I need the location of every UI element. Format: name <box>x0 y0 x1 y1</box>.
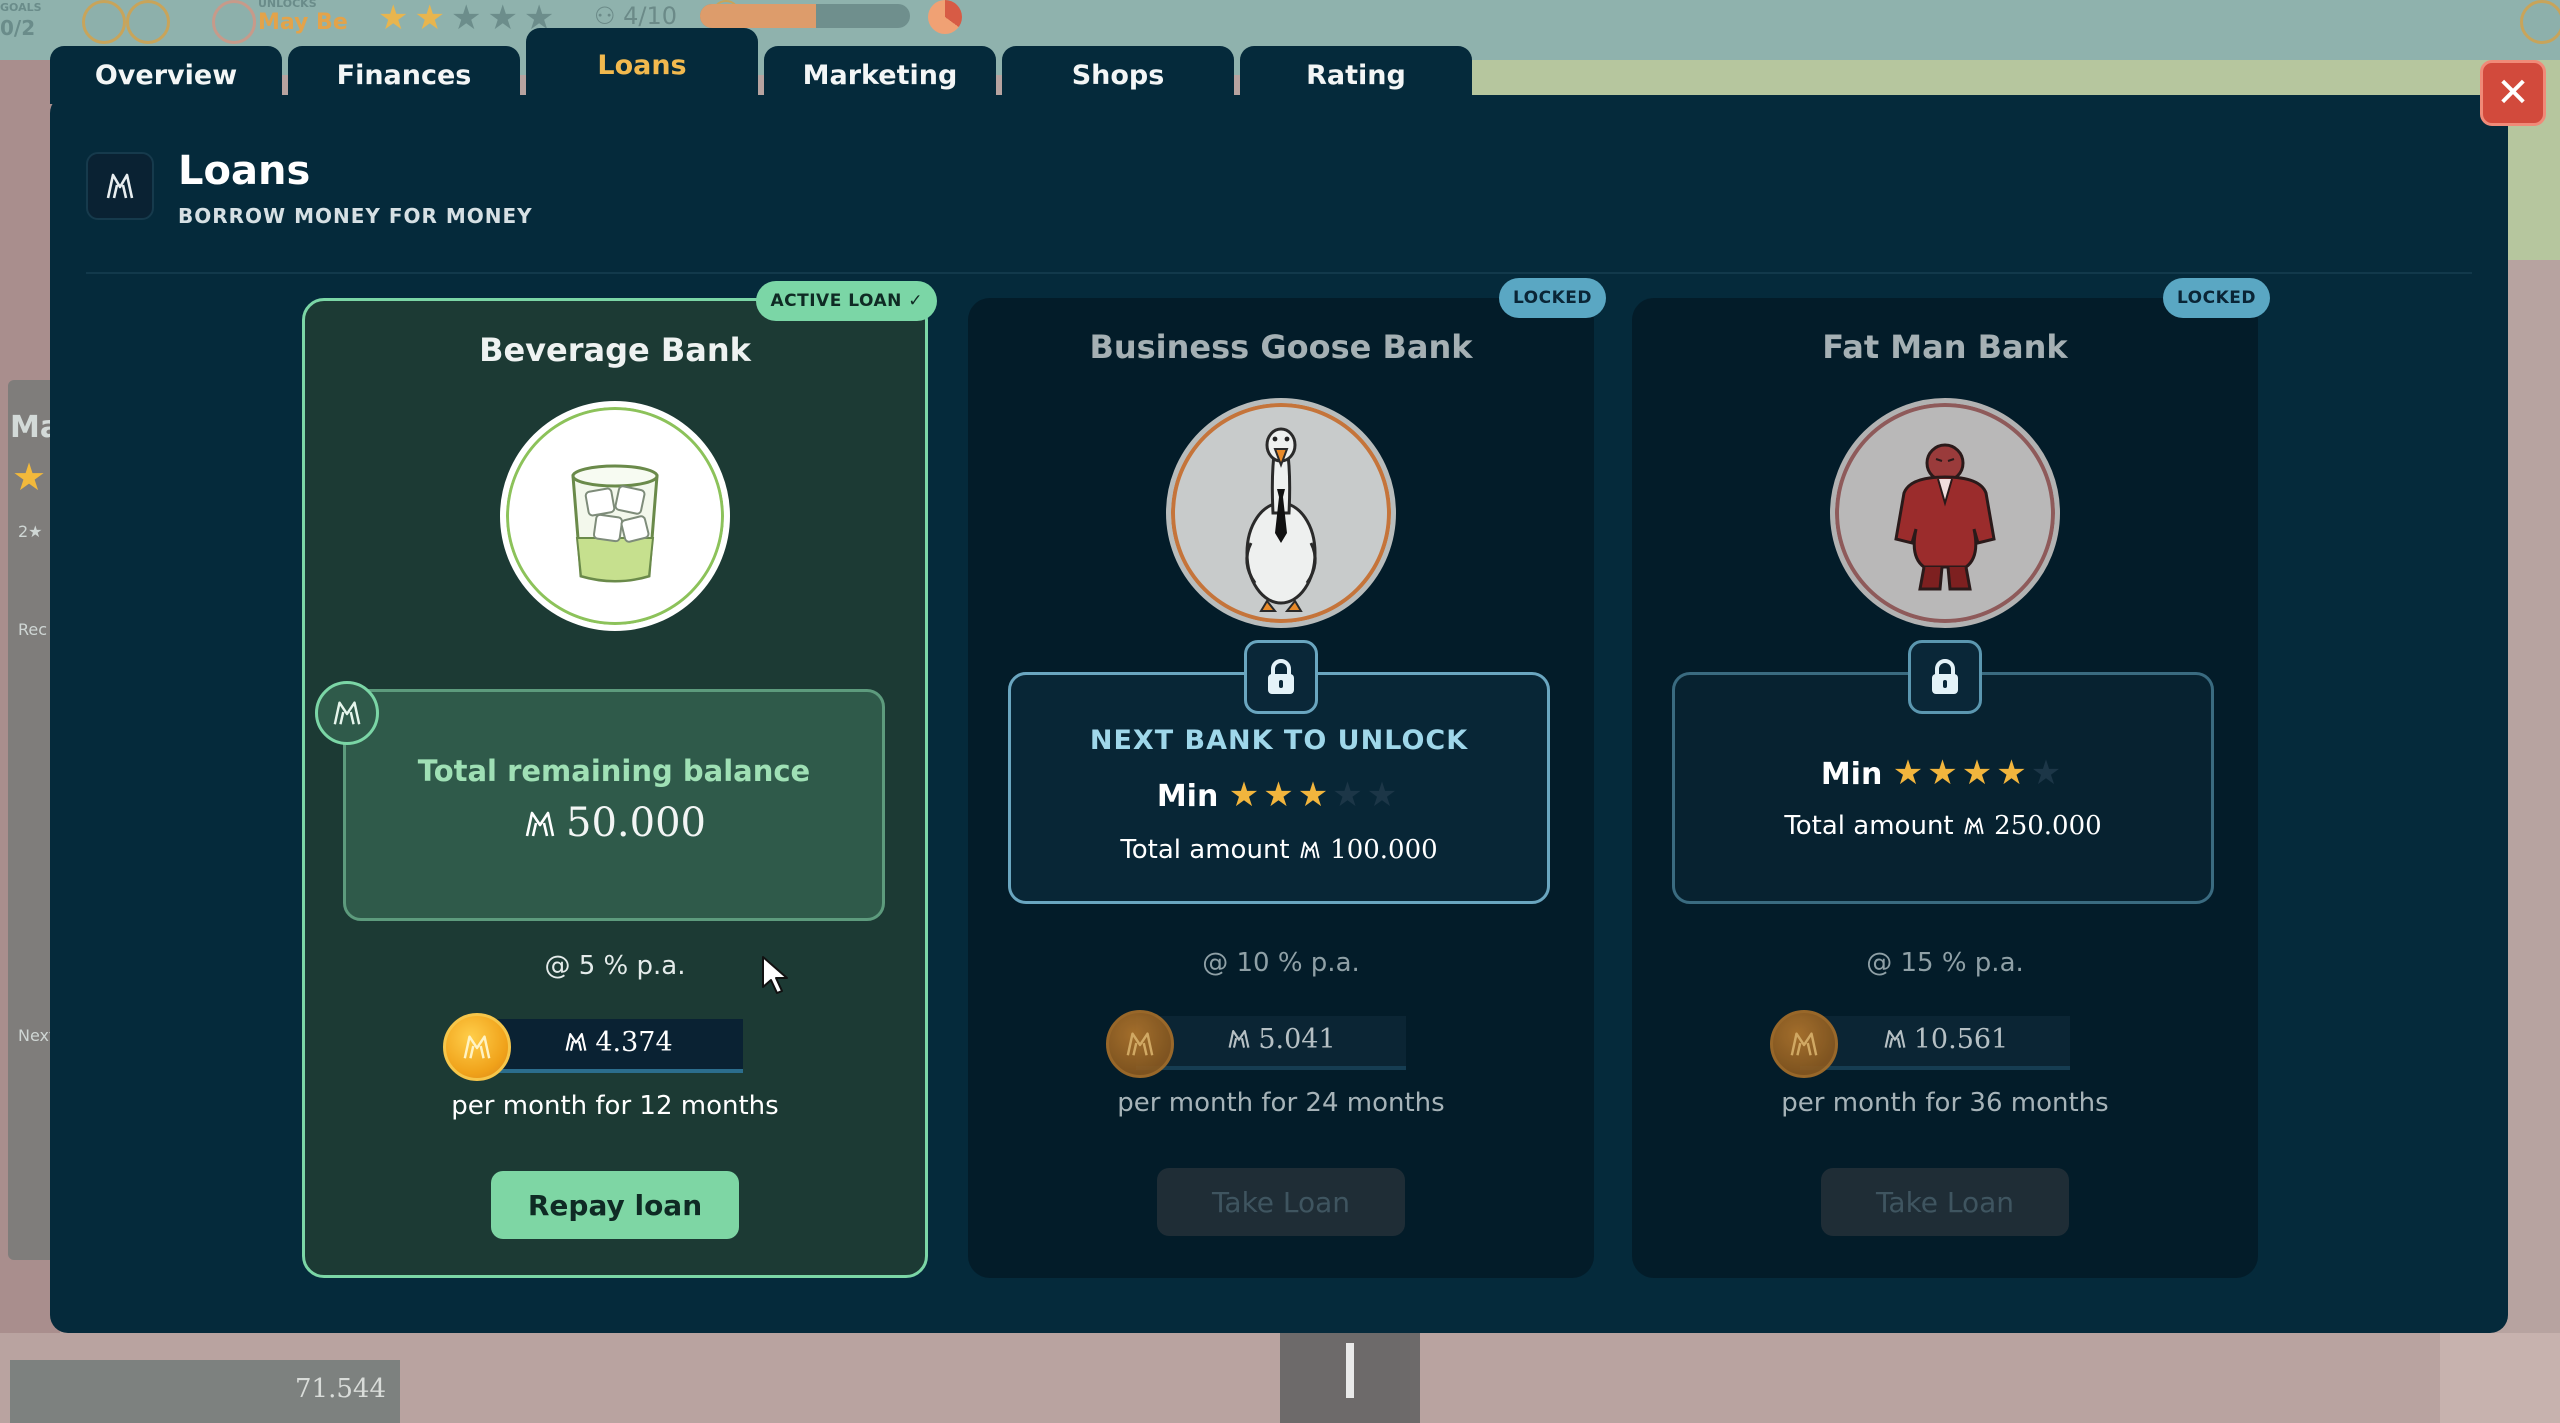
fat-man-icon <box>1830 398 2060 628</box>
status-badge: ACTIVE LOAN ✓ <box>756 281 937 321</box>
payment-amount: 10.561 <box>1840 1024 2050 1055</box>
background-money: 71.544 <box>295 1374 386 1404</box>
interest-rate: @ 15 % p.a. <box>1866 948 2024 978</box>
close-button[interactable]: ✕ <box>2480 60 2546 126</box>
goose-icon <box>1166 398 1396 628</box>
money-icon <box>1300 841 1320 859</box>
goals-value: 0/2 <box>0 16 36 40</box>
goal-icon[interactable] <box>82 0 126 44</box>
lock-icon <box>1244 640 1318 714</box>
coin-icon <box>1106 1010 1174 1078</box>
total-value: 100.000 <box>1330 835 1438 865</box>
tab-marketing[interactable]: Marketing <box>764 46 996 104</box>
mouse-cursor-icon <box>762 956 788 994</box>
money-icon <box>315 681 379 745</box>
tab-shops[interactable]: Shops <box>1002 46 1234 104</box>
min-rating: Min ★★★★★ <box>1011 775 1547 815</box>
payment-value: 10.561 <box>1913 1024 2009 1055</box>
world-road <box>1280 1333 1420 1423</box>
unlock-name: May Be <box>258 10 348 35</box>
payment-amount: 5.041 <box>1176 1024 1386 1055</box>
background-side-label: Rec <box>18 620 48 639</box>
money-icon <box>525 811 555 837</box>
payment-term: per month for 24 months <box>1117 1088 1445 1118</box>
bank-name: Beverage Bank <box>479 331 751 369</box>
interest-rate: @ 10 % p.a. <box>1202 948 1360 978</box>
take-loan-button[interactable]: Take Loan <box>1821 1168 2069 1236</box>
next-unlock-label: NEXT BANK TO UNLOCK <box>1089 725 1469 756</box>
payment-term: per month for 12 months <box>451 1091 779 1121</box>
progress-fill <box>700 4 816 28</box>
repay-loan-button[interactable]: Repay loan <box>491 1171 739 1239</box>
balance-box: Total remaining balance 50.000 <box>343 689 885 921</box>
total-label: Total amount <box>1120 835 1290 865</box>
bank-card-business-goose: LOCKED Business Goose Bank NEXT BANK TO … <box>968 278 1606 1278</box>
min-label: Min <box>1820 757 1883 792</box>
interest-rate: @ 5 % p.a. <box>544 951 686 981</box>
min-rating: Min ★★★★★ <box>1675 753 2211 793</box>
status-badge: LOCKED <box>2162 278 2270 318</box>
coin-icon <box>1770 1010 1838 1078</box>
status-badge: LOCKED <box>1498 278 1606 318</box>
settings-gear-icon[interactable] <box>2520 0 2560 44</box>
world-stripe <box>2440 1333 2560 1423</box>
tab-rating[interactable]: Rating <box>1240 46 1472 104</box>
progress-bar <box>700 4 910 28</box>
tab-finances[interactable]: Finances <box>288 46 520 104</box>
bank-card-fat-man: LOCKED Fat Man Bank Min ★★★★★ Total amou… <box>1632 278 2270 1278</box>
staff-counter[interactable]: ⚇ 4/10 <box>594 2 677 30</box>
bank-name: Fat Man Bank <box>1822 328 2068 366</box>
payment-term: per month for 36 months <box>1781 1088 2109 1118</box>
monthly-payment: 4.374 <box>443 1013 783 1081</box>
time-pie-icon <box>928 0 962 34</box>
tab-overview[interactable]: Overview <box>50 46 282 104</box>
total-amount: Total amount 100.000 <box>1011 835 1547 865</box>
people-value: 4/10 <box>623 2 678 30</box>
header-divider <box>86 272 2472 274</box>
payment-value: 4.374 <box>595 1027 673 1058</box>
total-label: Total amount <box>1784 811 1954 841</box>
background-money-panel: 71.544 <box>10 1360 400 1423</box>
top-hud: GOALS 0/2 UNLOCKS May Be ★★★★★ ⚇ 4/10 <box>0 0 1000 44</box>
total-value: 250.000 <box>1994 811 2102 841</box>
min-label: Min <box>1156 779 1219 814</box>
avatar[interactable] <box>212 0 256 44</box>
balance-value: 50.000 <box>346 800 882 846</box>
bank-name: Business Goose Bank <box>1089 328 1473 366</box>
lock-icon <box>1908 640 1982 714</box>
min-stars: ★★★★★ <box>1892 753 2066 793</box>
bank-card-beverage: ACTIVE LOAN ✓ Beverage Bank Total remain… <box>302 281 937 1278</box>
tab-loans[interactable]: Loans <box>526 28 758 104</box>
background-side-stars: 2★ <box>18 522 43 541</box>
star-goal-icon[interactable] <box>126 0 170 44</box>
unlocks-label: UNLOCKS <box>258 0 317 10</box>
close-icon: ✕ <box>2496 70 2530 116</box>
page-subtitle: BORROW MONEY FOR MONEY <box>178 204 533 228</box>
background-star-icon: ★ <box>12 455 47 499</box>
payment-amount: 4.374 <box>513 1027 723 1058</box>
money-icon <box>1964 817 1984 835</box>
balance-label: Total remaining balance <box>417 754 811 788</box>
monthly-payment: 5.041 <box>1106 1010 1446 1078</box>
balance-amount: 50.000 <box>566 800 706 846</box>
take-loan-button[interactable]: Take Loan <box>1157 1168 1405 1236</box>
total-amount: Total amount 250.000 <box>1675 811 2211 841</box>
monthly-payment: 10.561 <box>1770 1010 2110 1078</box>
people-icon: ⚇ <box>594 2 616 30</box>
goals-counter[interactable]: GOALS 0/2 <box>0 0 42 38</box>
min-stars: ★★★★★ <box>1228 775 1402 815</box>
payment-value: 5.041 <box>1258 1024 1336 1055</box>
money-icon <box>86 152 154 220</box>
page-title: Loans <box>178 148 311 194</box>
whiskey-glass-icon <box>500 401 730 631</box>
coin-icon <box>443 1013 511 1081</box>
